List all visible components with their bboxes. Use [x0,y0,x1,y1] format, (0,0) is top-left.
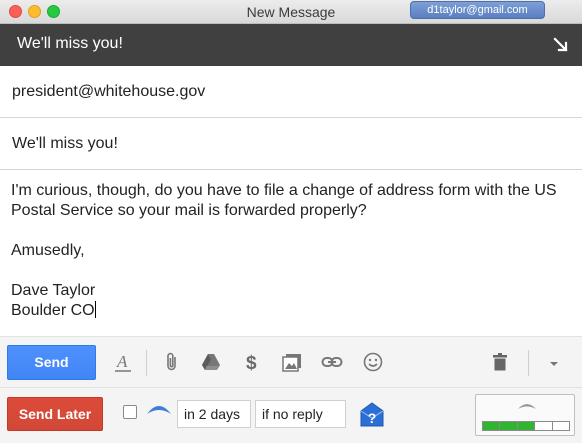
body-line: I'm curious, though, do you have to file… [11,182,557,219]
subject-text: We'll miss you! [12,135,118,152]
window-titlebar: New Message d1taylor@gmail.com [0,0,582,24]
toolbar-separator [146,350,147,376]
meter-arrow-icon [518,404,536,409]
formatting-icon[interactable]: A [112,351,134,373]
account-badge[interactable]: d1taylor@gmail.com [410,1,545,19]
message-body[interactable]: I'm curious, though, do you have to file… [11,181,571,321]
meter-bar [482,421,570,431]
compose-title: We'll miss you! [17,35,123,52]
photo-icon[interactable] [281,351,303,373]
compose-header: We'll miss you! [0,24,582,66]
meter-segment [483,422,501,430]
body-line: Boulder CO [11,302,95,319]
meter-segment [517,422,536,430]
send-button[interactable]: Send [7,345,96,380]
text-caret [94,301,96,318]
condition-select[interactable]: if no reply [255,400,346,428]
to-field[interactable]: president@whitehouse.gov [0,66,582,118]
to-recipient: president@whitehouse.gov [12,83,206,100]
meter-segment [500,422,518,430]
meter-segment [553,422,569,430]
meter-segment [535,422,553,430]
money-icon[interactable]: $ [241,351,263,373]
more-options-icon[interactable] [543,351,565,373]
minimize-compose-icon[interactable] [553,37,569,53]
attach-icon[interactable] [161,351,183,373]
body-line [11,221,571,241]
toolbar-separator [528,350,529,376]
svg-text:A: A [116,352,128,371]
svg-text:?: ? [368,410,377,426]
boomerang-icon [147,406,171,414]
send-later-button[interactable]: Send Later [7,397,103,431]
svg-text:$: $ [246,353,257,373]
help-icon[interactable]: ? [357,400,387,430]
body-line: Amusedly, [11,242,85,259]
boomerang-checkbox[interactable] [123,405,137,419]
boomerang-toolbar: Send Later in 2 days if no reply ? [0,387,582,443]
body-line-last: Boulder CO [11,301,571,321]
subject-field[interactable]: We'll miss you! [0,118,582,170]
delay-select[interactable]: in 2 days [177,400,251,428]
response-meter[interactable] [475,394,575,436]
link-icon[interactable] [321,351,343,373]
body-line: Dave Taylor [11,282,96,299]
drive-icon[interactable] [200,351,222,373]
trash-icon[interactable] [489,351,511,373]
body-line [11,261,571,281]
emoji-icon[interactable] [362,351,384,373]
compose-toolbar: Send A $ [0,336,582,387]
